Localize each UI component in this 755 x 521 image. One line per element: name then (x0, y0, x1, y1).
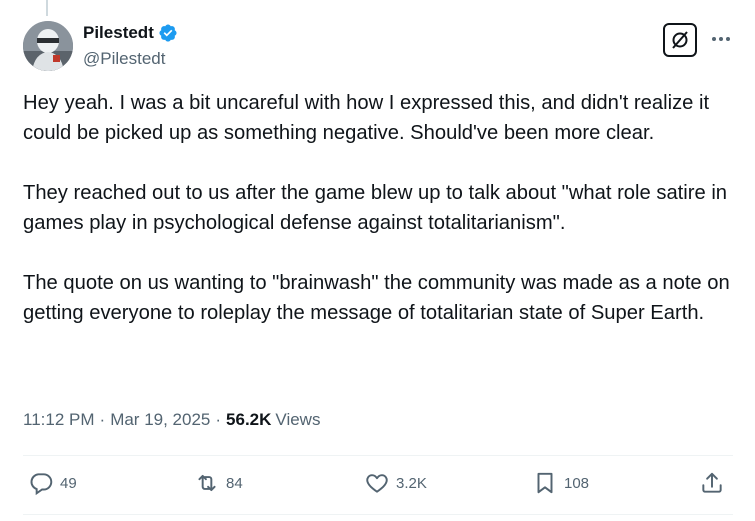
avatar[interactable] (23, 21, 73, 71)
meta-separator: · (99, 410, 106, 429)
reply-button[interactable]: 49 (28, 470, 77, 496)
avatar-image (23, 21, 73, 71)
tweet-header: Pilestedt @Pilestedt (23, 20, 733, 74)
views-count: 56.2K (226, 410, 272, 429)
tweet-paragraph: They reached out to us after the game bl… (23, 182, 728, 234)
author-handle[interactable]: @Pilestedt (83, 49, 165, 69)
reply-count: 49 (60, 474, 77, 492)
divider (23, 514, 733, 515)
share-button[interactable] (699, 470, 725, 496)
author-name-row: Pilestedt (83, 23, 178, 43)
like-count: 3.2K (396, 474, 427, 492)
more-options-button[interactable] (709, 27, 733, 51)
like-icon (366, 474, 388, 493)
like-button[interactable]: 3.2K (364, 470, 427, 496)
grok-icon (672, 31, 688, 49)
grok-button[interactable] (663, 23, 697, 57)
tweet-actions-bar: 49 84 3.2K 108 (28, 470, 727, 500)
more-options-icon (712, 37, 730, 41)
tweet-time[interactable]: 11:12 PM (23, 410, 95, 430)
views-label: Views (275, 410, 321, 429)
tweet-date[interactable]: Mar 19, 2025 (110, 410, 210, 430)
reply-icon (30, 473, 53, 496)
divider (23, 455, 733, 456)
tweet-meta: 11:12 PM · Mar 19, 2025 · 56.2K Views (23, 410, 320, 430)
bookmark-button[interactable]: 108 (532, 470, 589, 496)
repost-button[interactable]: 84 (194, 470, 243, 496)
verified-badge-icon (159, 24, 177, 42)
thread-connector-line (46, 0, 48, 16)
bookmark-icon (537, 472, 553, 494)
tweet-paragraph: The quote on us wanting to "brainwash" t… (23, 272, 730, 324)
tweet-paragraph: Hey yeah. I was a bit uncareful with how… (23, 92, 710, 144)
meta-separator: · (215, 410, 222, 429)
bookmark-count: 108 (564, 474, 590, 492)
tweet-text: Hey yeah. I was a bit uncareful with how… (23, 88, 735, 328)
share-icon (702, 472, 722, 493)
repost-icon (198, 474, 216, 492)
repost-count: 84 (226, 474, 243, 492)
author-display-name[interactable]: Pilestedt (83, 23, 154, 43)
